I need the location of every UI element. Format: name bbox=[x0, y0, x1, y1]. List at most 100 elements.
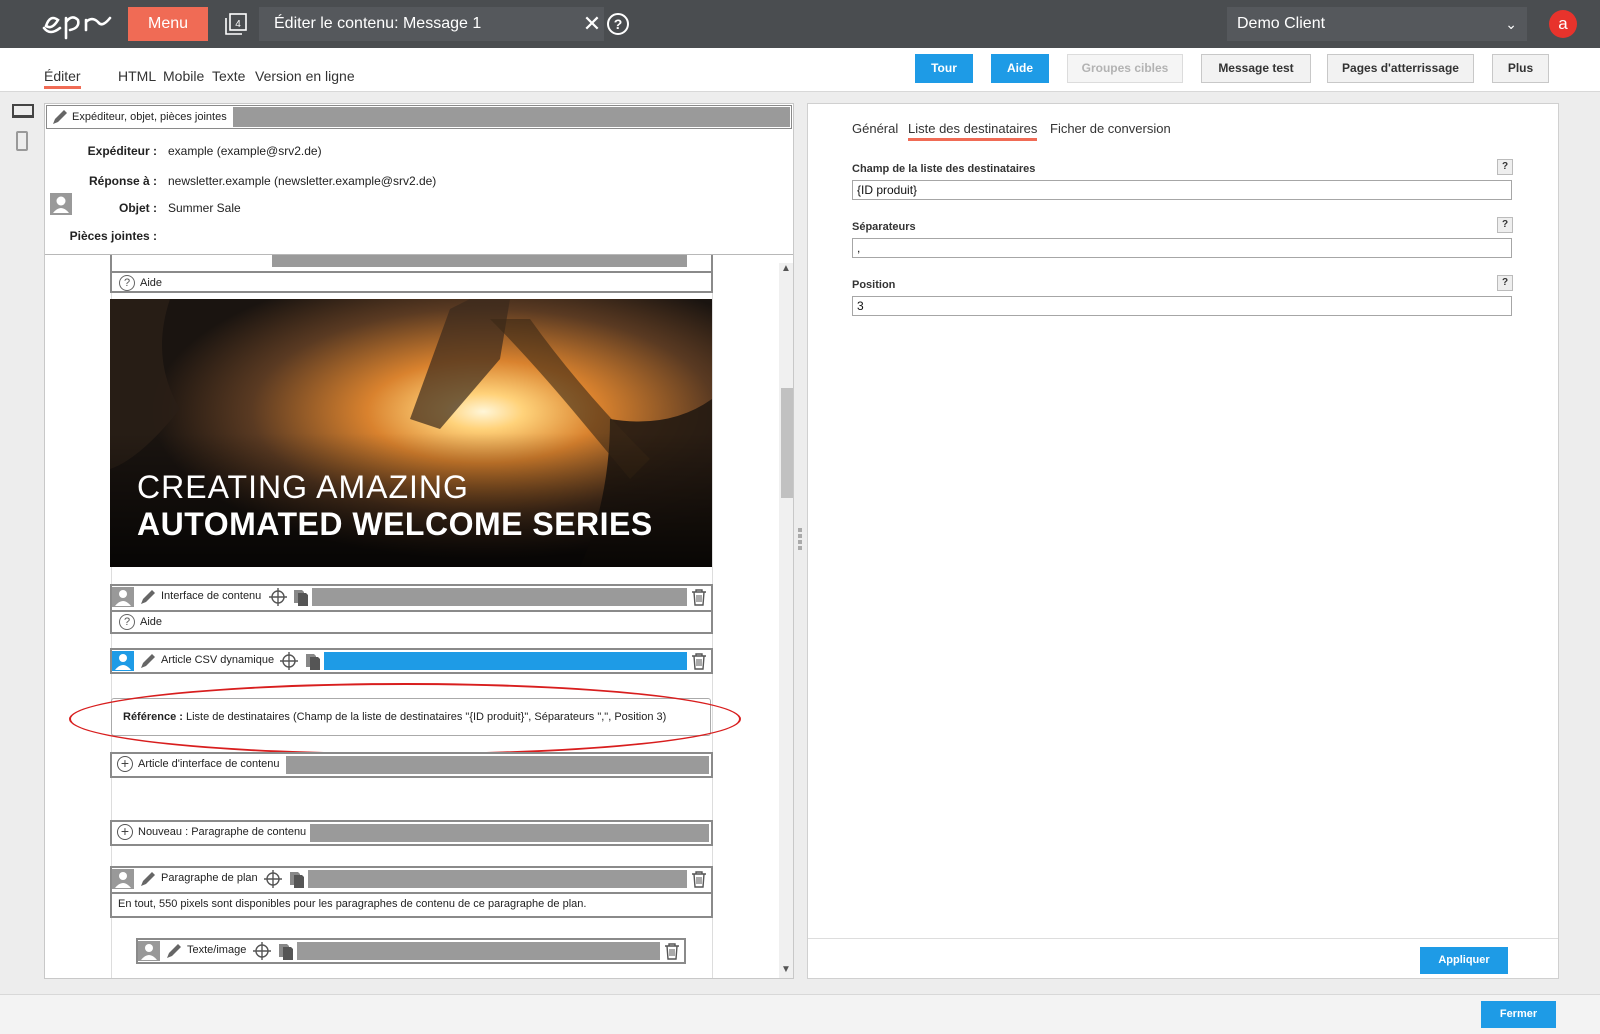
crosshair-icon[interactable] bbox=[253, 942, 271, 960]
plus-circle-icon[interactable]: + bbox=[117, 824, 133, 840]
pencil-icon[interactable] bbox=[139, 588, 157, 606]
pencil-icon[interactable] bbox=[51, 108, 69, 126]
pencil-icon[interactable] bbox=[165, 942, 183, 960]
hero-line1: CREATING AMAZING bbox=[137, 469, 469, 505]
block-bar: + Article d'interface de contenu bbox=[112, 754, 711, 776]
sender-header-label: Expéditeur, objet, pièces jointes bbox=[72, 111, 227, 123]
aide-row[interactable]: ? Aide bbox=[112, 271, 711, 293]
separateurs-label: Séparateurs bbox=[852, 221, 916, 233]
fermer-button[interactable]: Fermer bbox=[1481, 1001, 1556, 1028]
block-label: Article d'interface de contenu bbox=[138, 758, 280, 770]
aide-button[interactable]: Aide bbox=[991, 54, 1049, 83]
tab-ficher-conversion[interactable]: Ficher de conversion bbox=[1050, 121, 1171, 136]
copy-icon[interactable] bbox=[288, 870, 306, 888]
block-bar: + Nouveau : Paragraphe de contenu bbox=[112, 822, 711, 844]
copy-icon[interactable] bbox=[292, 588, 310, 606]
trash-icon[interactable] bbox=[690, 870, 708, 888]
panel-splitter[interactable] bbox=[797, 528, 803, 554]
help-circle-icon: ? bbox=[119, 275, 135, 291]
windows-count-icon[interactable]: 4 bbox=[225, 13, 247, 35]
groupes-cibles-button[interactable]: Groupes cibles bbox=[1067, 54, 1183, 83]
footer-bar: Fermer bbox=[0, 994, 1600, 1034]
block-label: Nouveau : Paragraphe de contenu bbox=[138, 826, 307, 838]
close-icon[interactable]: ✕ bbox=[580, 12, 604, 36]
aide-label: Aide bbox=[140, 277, 163, 289]
client-select[interactable]: Demo Client ⌄ bbox=[1227, 7, 1527, 41]
help-icon[interactable]: ? bbox=[607, 13, 629, 35]
tab-mobile[interactable]: Mobile bbox=[163, 68, 204, 84]
chevron-up-icon[interactable]: ▲ bbox=[779, 263, 793, 277]
tab-general[interactable]: Général bbox=[852, 121, 898, 136]
pencil-icon[interactable] bbox=[139, 652, 157, 670]
appliquer-button[interactable]: Appliquer bbox=[1420, 947, 1508, 974]
plan-description: En tout, 550 pixels sont disponibles pou… bbox=[112, 892, 711, 916]
separateurs-input[interactable]: , bbox=[852, 238, 1512, 258]
texte-image-block[interactable]: Texte/image bbox=[136, 938, 686, 964]
aide-label: Aide bbox=[140, 616, 163, 628]
person-icon[interactable] bbox=[112, 869, 134, 889]
person-icon[interactable] bbox=[112, 651, 134, 671]
trash-icon[interactable] bbox=[690, 588, 708, 606]
editor-toolbar: Éditer HTML Mobile Texte Version en lign… bbox=[0, 48, 1600, 92]
champ-input[interactable]: {ID produit} bbox=[852, 180, 1512, 200]
scroll-thumb[interactable] bbox=[781, 388, 793, 498]
avatar[interactable]: a bbox=[1549, 10, 1577, 38]
help-button[interactable]: ? bbox=[1497, 275, 1513, 291]
help-button[interactable]: ? bbox=[1497, 159, 1513, 175]
nouveau-paragraphe-block[interactable]: + Nouveau : Paragraphe de contenu bbox=[110, 820, 713, 846]
objet-value[interactable]: Summer Sale bbox=[168, 201, 241, 215]
canvas-scrollbar[interactable]: ▲ ▼ bbox=[779, 263, 793, 978]
tab-version-en-ligne[interactable]: Version en ligne bbox=[255, 68, 355, 84]
position-input[interactable]: 3 bbox=[852, 296, 1512, 316]
tab-editer[interactable]: Éditer bbox=[44, 68, 81, 89]
pages-atterrissage-button[interactable]: Pages d'atterrissage bbox=[1327, 54, 1474, 83]
block-label: Article CSV dynamique bbox=[161, 654, 275, 666]
block-bar: Paragraphe de plan bbox=[112, 868, 711, 890]
pencil-icon[interactable] bbox=[139, 870, 157, 888]
trash-icon[interactable] bbox=[690, 652, 708, 670]
message-test-button[interactable]: Message test bbox=[1201, 54, 1311, 83]
aide-row[interactable]: ? Aide bbox=[112, 610, 711, 632]
block-bar-fill bbox=[286, 756, 709, 774]
expediteur-value[interactable]: example (example@srv2.de) bbox=[168, 144, 322, 158]
article-csv-block[interactable]: Article CSV dynamique bbox=[110, 648, 713, 674]
client-name: Demo Client bbox=[1237, 15, 1326, 32]
block-bar-fill bbox=[312, 588, 687, 606]
chevron-down-icon[interactable]: ▼ bbox=[779, 964, 793, 978]
tab-texte[interactable]: Texte bbox=[212, 68, 245, 84]
highlight-ellipse bbox=[69, 683, 741, 755]
plus-circle-icon[interactable]: + bbox=[117, 756, 133, 772]
reponse-label: Réponse à : bbox=[88, 174, 157, 188]
mobile-view-icon[interactable] bbox=[16, 131, 28, 151]
help-button[interactable]: ? bbox=[1497, 217, 1513, 233]
position-label: Position bbox=[852, 279, 896, 291]
document-title-tab[interactable]: Éditer le contenu: Message 1 bbox=[259, 7, 604, 41]
tour-button[interactable]: Tour bbox=[915, 54, 973, 83]
pieces-jointes-label: Pièces jointes : bbox=[69, 229, 157, 243]
crosshair-icon[interactable] bbox=[280, 652, 298, 670]
tab-liste-destinataires[interactable]: Liste des destinataires bbox=[908, 121, 1038, 141]
block-label: Interface de contenu bbox=[161, 590, 262, 602]
reponse-value[interactable]: newsletter.example (newsletter.example@s… bbox=[168, 174, 436, 188]
sender-header-bar[interactable]: Expéditeur, objet, pièces jointes bbox=[46, 105, 792, 129]
block-bar-fill bbox=[310, 824, 709, 842]
article-interface-block[interactable]: + Article d'interface de contenu bbox=[110, 752, 713, 778]
content-interface-block[interactable]: Interface de contenu ? Aide bbox=[110, 584, 713, 634]
desktop-view-icon[interactable] bbox=[12, 104, 34, 118]
person-icon[interactable] bbox=[112, 587, 134, 607]
hero-image[interactable]: CREATING AMAZING AUTOMATED WELCOME SERIE… bbox=[110, 299, 712, 567]
person-icon[interactable] bbox=[138, 941, 160, 961]
tab-html[interactable]: HTML bbox=[118, 68, 156, 84]
plus-button[interactable]: Plus bbox=[1492, 54, 1549, 83]
menu-button[interactable]: Menu bbox=[128, 7, 208, 41]
paragraphe-plan-block[interactable]: Paragraphe de plan En tout, 550 pixels s… bbox=[110, 866, 713, 918]
crosshair-icon[interactable] bbox=[264, 870, 282, 888]
block-bar: Article CSV dynamique bbox=[112, 650, 711, 672]
crosshair-icon[interactable] bbox=[269, 588, 287, 606]
trash-icon[interactable] bbox=[663, 942, 681, 960]
help-circle-icon: ? bbox=[119, 614, 135, 630]
copy-icon[interactable] bbox=[304, 652, 322, 670]
epi-logo[interactable] bbox=[40, 8, 112, 40]
block-label: Paragraphe de plan bbox=[161, 872, 258, 884]
copy-icon[interactable] bbox=[277, 942, 295, 960]
